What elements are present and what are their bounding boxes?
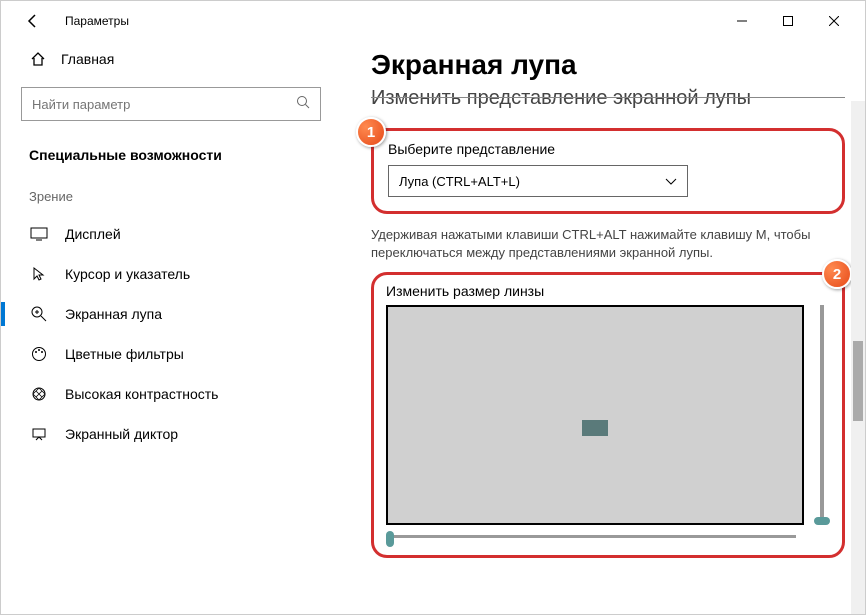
section-title: Специальные возможности [21,141,321,189]
close-button[interactable] [811,5,857,37]
lens-label: Изменить размер линзы [386,283,830,299]
back-button[interactable] [17,5,49,37]
contrast-icon [29,386,49,402]
slider-track [386,535,796,538]
sidebar: Главная Специальные возможности Зрение Д… [1,41,341,614]
sidebar-item-label: Высокая контрастность [65,386,218,402]
select-value: Лупа (CTRL+ALT+L) [399,174,520,189]
home-label: Главная [61,51,114,67]
sidebar-item-display[interactable]: Дисплей [21,214,321,254]
minimize-button[interactable] [719,5,765,37]
lens-handle[interactable] [582,420,608,436]
group-vision: Зрение [21,189,321,214]
home-icon [29,51,47,67]
lens-preview [386,305,804,525]
slider-thumb[interactable] [386,531,394,547]
search-icon [296,95,310,114]
view-select[interactable]: Лупа (CTRL+ALT+L) [388,165,688,197]
sidebar-item-magnifier[interactable]: Экранная лупа [21,294,321,334]
page-heading: Экранная лупа [371,49,845,81]
sidebar-item-label: Дисплей [65,226,121,242]
home-link[interactable]: Главная [21,41,321,77]
search-input[interactable] [32,97,310,112]
lens-height-slider[interactable] [814,305,830,525]
narrator-icon [29,426,49,442]
content-pane: Экранная лупа Изменить представление экр… [341,41,865,614]
display-icon [29,227,49,241]
callout-lens-size: 2 Изменить размер линзы [371,272,845,558]
maximize-button[interactable] [765,5,811,37]
palette-icon [29,346,49,362]
maximize-icon [783,16,793,26]
hint-text: Удерживая нажатыми клавиши CTRL+ALT нажи… [371,226,845,262]
lens-width-slider[interactable] [386,531,830,543]
chevron-down-icon [665,174,677,189]
search-box[interactable] [21,87,321,121]
scrollbar[interactable] [851,101,865,614]
sidebar-item-cursor[interactable]: Курсор и указатель [21,254,321,294]
scroll-thumb[interactable] [853,341,863,421]
close-icon [829,16,839,26]
magnifier-icon [29,306,49,322]
arrow-left-icon [25,13,41,29]
page-subheading: Изменить представление экранной лупы [371,87,845,110]
annotation-badge-2: 2 [822,259,852,289]
sidebar-item-label: Курсор и указатель [65,266,190,282]
sidebar-item-color-filters[interactable]: Цветные фильтры [21,334,321,374]
sidebar-item-label: Экранный диктор [65,426,178,442]
select-label: Выберите представление [388,141,828,157]
sidebar-item-label: Цветные фильтры [65,346,184,362]
slider-track [820,305,824,525]
window-title: Параметры [65,14,129,28]
callout-view-select: 1 Выберите представление Лупа (CTRL+ALT+… [371,128,845,214]
sidebar-item-high-contrast[interactable]: Высокая контрастность [21,374,321,414]
cursor-icon [29,266,49,282]
minimize-icon [737,16,747,26]
slider-thumb[interactable] [814,517,830,525]
titlebar: Параметры [1,1,865,41]
sidebar-item-label: Экранная лупа [65,306,162,322]
annotation-badge-1: 1 [356,117,386,147]
sidebar-item-narrator[interactable]: Экранный диктор [21,414,321,454]
